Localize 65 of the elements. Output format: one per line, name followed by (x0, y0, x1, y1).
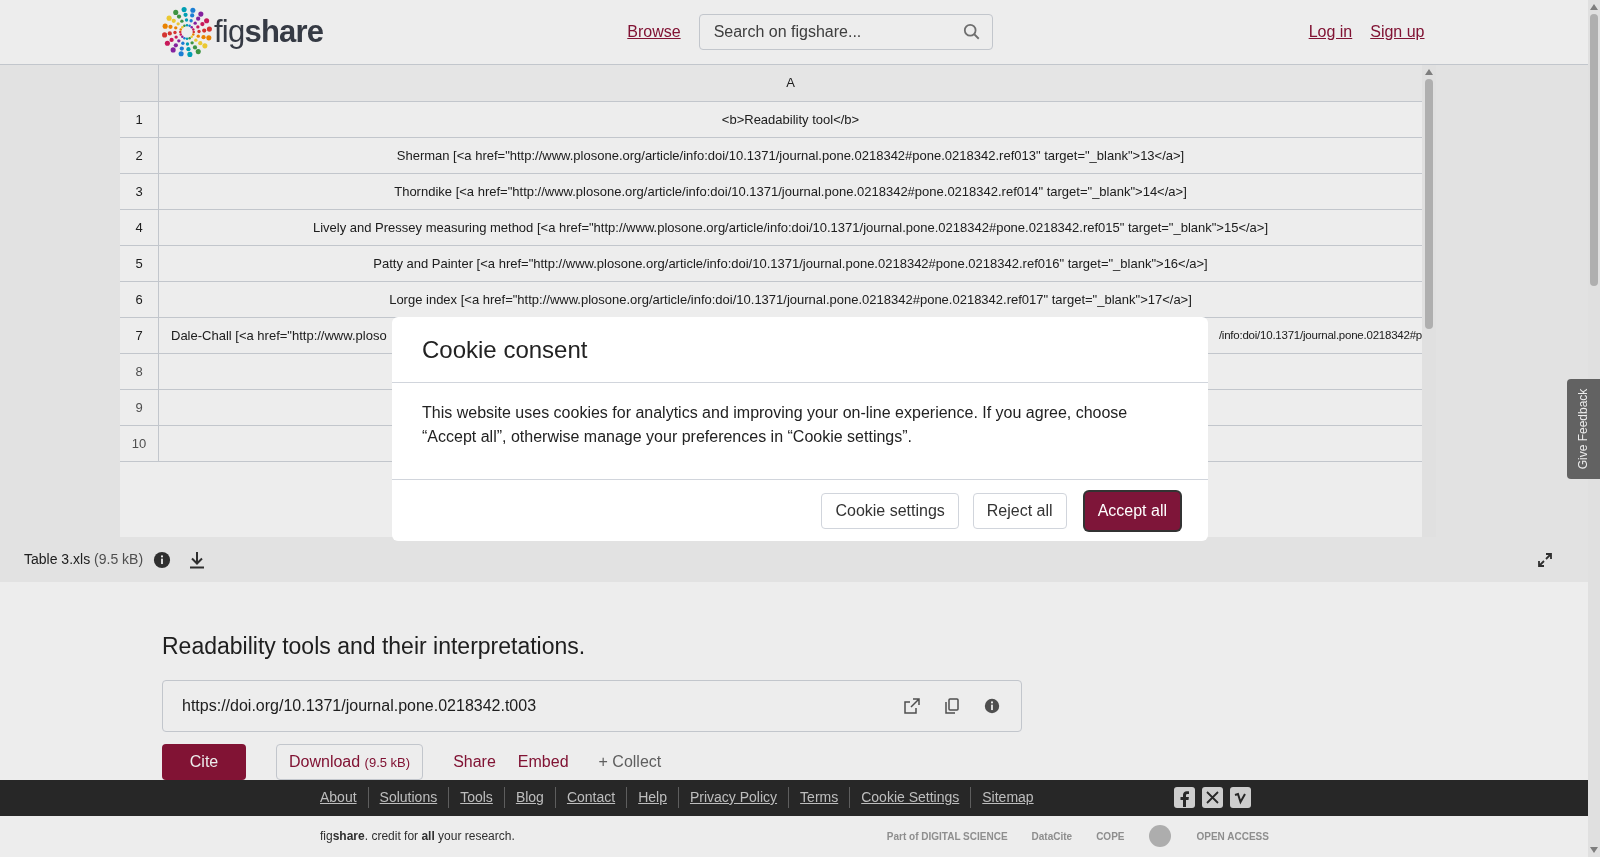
x-icon[interactable] (1201, 787, 1223, 808)
footer-link[interactable]: Privacy Policy (677, 787, 778, 808)
table-cell-text: Sherman [<a href="http://www.plosone.org/article/info:doi/10.1371/journal.pone.0218342#pone.0218342.ref013" target="_blank">13</a>] (395, 146, 1186, 165)
download-icon[interactable] (189, 550, 206, 569)
table-cell-text: Thorndike [<a href="http://www.plosone.org/article/info:doi/10.1371/journal.pone.0218342#pone.0218342.ref014" target="_blank">14</a>] (393, 182, 1188, 201)
footer-link[interactable]: Blog (503, 787, 544, 808)
footer-link[interactable]: Solutions (367, 787, 438, 808)
collect-button[interactable]: + Collect (598, 749, 662, 774)
download-button[interactable]: Download (9.5 kB) (276, 743, 424, 780)
footer-link[interactable]: Cookie Settings (849, 787, 960, 808)
row-number: 7 (120, 318, 159, 353)
action-link[interactable]: Embed (517, 749, 569, 774)
signup-link[interactable]: Sign up (1370, 20, 1425, 44)
facebook-icon[interactable] (1173, 787, 1195, 808)
item-title: Readability tools and their interpretations. (162, 632, 587, 661)
table-cell-text: <b>Readability tool</b> (720, 110, 861, 129)
logo-text: figshare (214, 12, 324, 51)
row-number: 8 (120, 354, 159, 389)
tagline: figshare. credit for all your research. (320, 828, 515, 846)
figshare-logo[interactable]: figshare (162, 7, 324, 57)
table-cell-text: Lively and Pressey measuring method [<a href="http://www.plosone.org/article/info:doi/10.1371/journal.pone.0218342#pone.0218342.ref015" target="_blank">15</a>] (311, 218, 1270, 237)
row-number: 3 (120, 174, 159, 209)
row-number: 5 (120, 246, 159, 281)
copy-icon[interactable] (943, 696, 961, 715)
accept-button[interactable]: Accept all (1084, 491, 1180, 530)
row-number: 4 (120, 210, 159, 245)
row-number: 1 (120, 102, 159, 137)
row-number: 2 (120, 138, 159, 173)
row-number: 10 (120, 426, 159, 461)
scroll-thumb[interactable] (1425, 79, 1433, 329)
external-link-icon[interactable] (903, 696, 921, 715)
doi-field[interactable]: https://doi.org/10.1371/journal.pone.0218342.t003 (162, 679, 1022, 732)
row-number: 9 (120, 390, 159, 425)
scroll-thumb[interactable] (1590, 14, 1598, 286)
cite-button[interactable]: Cite (162, 743, 246, 780)
footer-link[interactable]: Contact (554, 787, 616, 808)
table-cell-text: Patty and Painter [<a href="http://www.plosone.org/article/info:doi/10.1371/journal.pone.0218342#pone.0218342.ref016" target="_blank">16</a>] (372, 254, 1209, 273)
info-icon[interactable] (983, 696, 1001, 715)
scroll-up-icon[interactable] (1590, 4, 1598, 10)
dialog-title: Cookie consent (422, 334, 588, 365)
dialog-text: This website uses cookies for analytics and improving your on-line experience. If you agree, choose “Accept all”, otherwise manage your preferences in “Cookie settings”. (422, 403, 1129, 447)
dot-swirl-icon (162, 7, 212, 57)
login-link[interactable]: Log in (1308, 20, 1353, 44)
scroll-down-icon[interactable] (1590, 847, 1598, 853)
info-icon[interactable] (153, 550, 172, 569)
fullscreen-icon[interactable] (1538, 552, 1552, 567)
search-icon[interactable] (962, 23, 981, 41)
file-name: Table 3.xls (9.5 kB) (24, 550, 144, 569)
table-cell-text: Lorge index [<a href="http://www.plosone.org/article/info:doi/10.1371/journal.pone.0218342#pone.0218342.ref017" target="_blank">17</a>] (388, 290, 1193, 309)
search-field[interactable]: Search on figshare... (698, 14, 993, 50)
scrollbar[interactable] (1422, 65, 1436, 537)
scroll-up-icon[interactable] (1425, 69, 1433, 75)
table-cell-text: Dale-Chall [<a href="http://www.ploso (171, 326, 387, 345)
footer-link[interactable]: About (320, 787, 357, 808)
footer-link[interactable]: Terms (788, 787, 839, 808)
dialog-button[interactable]: Cookie settings (821, 492, 959, 529)
dialog-button[interactable]: Reject all (972, 492, 1067, 529)
row-number: 6 (120, 282, 159, 317)
footer-link[interactable]: Sitemap (970, 787, 1034, 808)
vimeo-icon[interactable] (1229, 787, 1251, 808)
footer-link[interactable]: Help (626, 787, 667, 808)
browse-link[interactable]: Browse (627, 20, 681, 44)
action-link[interactable]: Share (453, 749, 496, 774)
footer-link[interactable]: Tools (448, 787, 493, 808)
feedback-tab[interactable]: Give Feedback (1567, 379, 1600, 479)
